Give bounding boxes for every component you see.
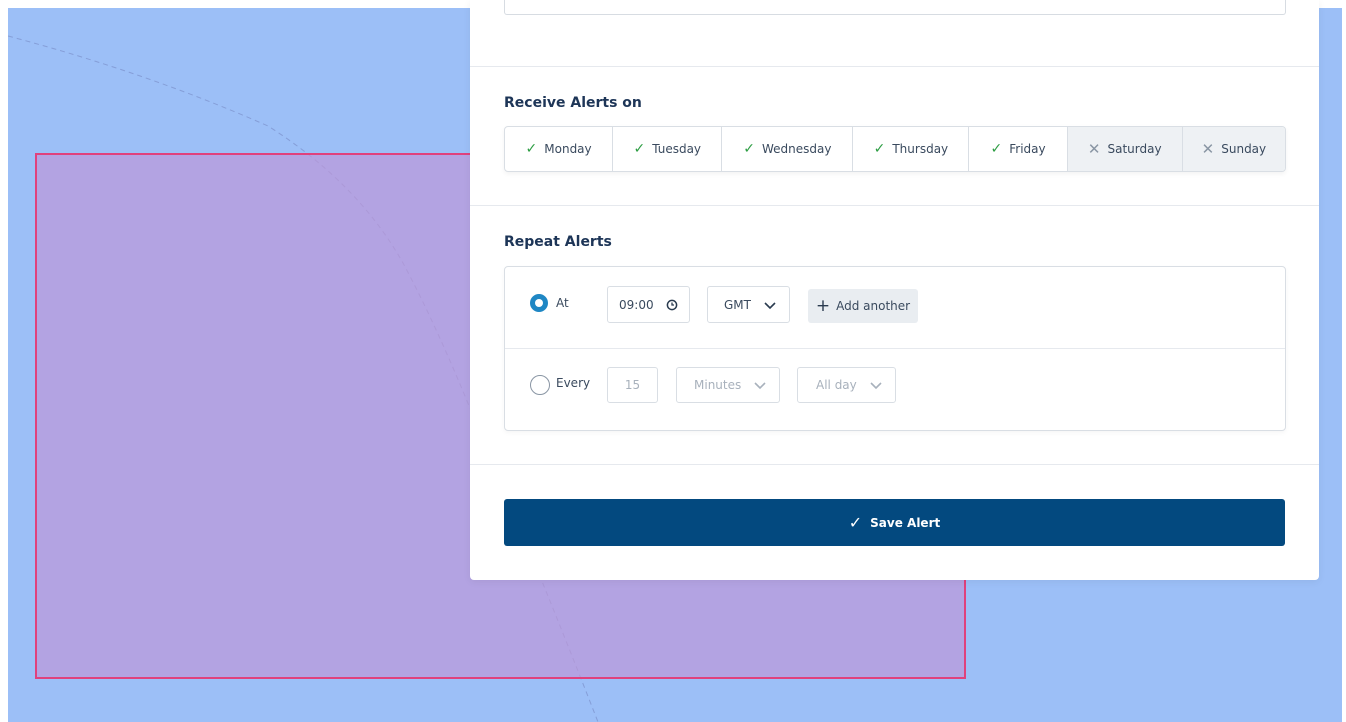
chevron-down-icon xyxy=(764,302,776,310)
time-input[interactable]: 09:00 xyxy=(607,286,690,323)
clock-icon xyxy=(666,299,678,311)
check-icon: ✓ xyxy=(525,141,538,157)
timezone-value: GMT xyxy=(724,297,751,312)
day-label: Friday xyxy=(1009,142,1046,156)
day-toggle-friday[interactable]: ✓ Friday xyxy=(969,127,1068,171)
section-divider xyxy=(470,66,1319,67)
chevron-down-icon xyxy=(754,382,766,390)
interval-unit-select[interactable]: Minutes xyxy=(676,367,780,403)
period-select[interactable]: All day xyxy=(797,367,896,403)
day-label: Monday xyxy=(544,142,592,156)
day-label: Tuesday xyxy=(652,142,702,156)
check-icon: ✓ xyxy=(743,141,755,157)
repeat-options-box: At 09:00 GMT + Add another Every 15 Minu… xyxy=(504,266,1286,431)
timezone-select[interactable]: GMT xyxy=(707,286,790,323)
add-another-button[interactable]: + Add another xyxy=(808,289,918,323)
repeat-every-radio[interactable] xyxy=(530,375,550,395)
alert-settings-panel: Receive Alerts on ✓ Monday ✓ Tuesday ✓ W… xyxy=(470,0,1319,580)
add-another-label: Add another xyxy=(836,299,911,313)
days-selector: ✓ Monday ✓ Tuesday ✓ Wednesday ✓ Thursda… xyxy=(504,126,1286,172)
day-toggle-wednesday[interactable]: ✓ Wednesday xyxy=(722,127,854,171)
repeat-alerts-title: Repeat Alerts xyxy=(504,234,612,250)
interval-input[interactable]: 15 xyxy=(607,367,658,403)
interval-unit-value: Minutes xyxy=(694,378,742,392)
check-icon: ✓ xyxy=(633,141,646,157)
time-value: 09:00 xyxy=(619,297,654,312)
day-label: Sunday xyxy=(1221,142,1267,156)
day-label: Saturday xyxy=(1107,142,1162,156)
check-icon: ✓ xyxy=(848,513,863,532)
section-divider xyxy=(470,205,1319,206)
repeat-row-divider xyxy=(505,348,1285,349)
save-alert-label: Save Alert xyxy=(870,515,941,530)
day-toggle-tuesday[interactable]: ✓ Tuesday xyxy=(613,127,723,171)
day-toggle-thursday[interactable]: ✓ Thursday xyxy=(853,127,970,171)
receive-alerts-title: Receive Alerts on xyxy=(504,95,642,111)
repeat-every-label: Every xyxy=(556,376,591,390)
day-label: Wednesday xyxy=(761,142,832,156)
repeat-at-radio[interactable] xyxy=(530,294,548,312)
x-icon: ✕ xyxy=(1201,139,1215,158)
check-icon: ✓ xyxy=(873,141,886,157)
x-icon: ✕ xyxy=(1087,139,1101,158)
chevron-down-icon xyxy=(870,382,882,390)
repeat-at-label: At xyxy=(556,296,569,310)
day-toggle-saturday[interactable]: ✕ Saturday xyxy=(1067,127,1183,171)
period-value: All day xyxy=(816,378,857,392)
check-icon: ✓ xyxy=(990,141,1003,157)
save-alert-button[interactable]: ✓ Save Alert xyxy=(504,499,1285,546)
day-label: Thursday xyxy=(892,142,949,156)
day-toggle-sunday[interactable]: ✕ Sunday xyxy=(1182,127,1285,171)
interval-value: 15 xyxy=(624,378,641,392)
day-toggle-monday[interactable]: ✓ Monday xyxy=(505,127,614,171)
top-input-field[interactable] xyxy=(504,0,1286,15)
plus-icon: + xyxy=(815,295,831,316)
section-divider xyxy=(470,464,1319,465)
